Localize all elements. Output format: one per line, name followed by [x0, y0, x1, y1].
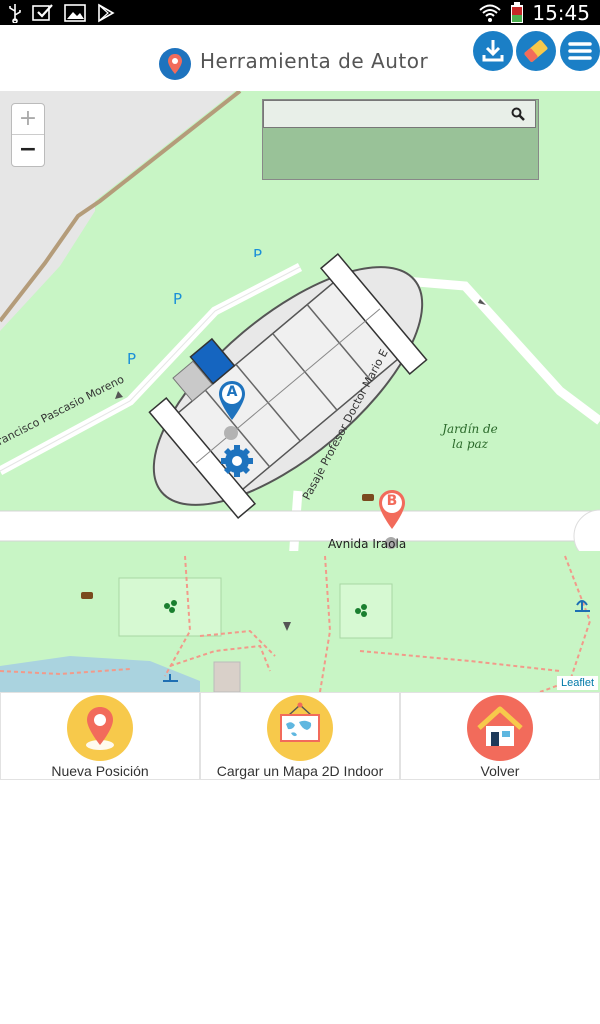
- clock: 15:45: [532, 0, 590, 25]
- marker-b-label: B: [386, 493, 398, 509]
- search-panel: [262, 99, 539, 180]
- status-bar: 15:45: [0, 0, 600, 25]
- download-icon: [482, 40, 504, 62]
- image-icon: [64, 3, 86, 22]
- menu-button[interactable]: [560, 31, 600, 71]
- eraser-icon: [524, 40, 548, 62]
- hamburger-menu-icon: [568, 42, 592, 60]
- marker-a[interactable]: A: [217, 379, 247, 421]
- load-indoor-map-label: Cargar un Mapa 2D Indoor: [216, 763, 384, 779]
- garden-label-line2: la paz: [452, 437, 488, 451]
- eraser-button[interactable]: [516, 31, 556, 71]
- map-pin-icon: [159, 48, 191, 80]
- zoom-out-button[interactable]: −: [12, 135, 44, 165]
- marker-a-label: A: [226, 384, 238, 400]
- parking-icon: P: [127, 350, 137, 368]
- home-icon: [467, 695, 533, 761]
- app-header: Herramienta de Autor: [0, 25, 600, 91]
- zoom-in-button[interactable]: +: [12, 104, 44, 135]
- bottom-nav: Nueva Posición Cargar un Mapa 2D Indoor …: [0, 692, 600, 780]
- parking-icon: P: [173, 290, 183, 308]
- battery-icon: [511, 1, 524, 23]
- page-title: Herramienta de Autor: [200, 49, 429, 73]
- zoom-control: + −: [11, 103, 45, 167]
- usb-icon: [9, 3, 21, 23]
- system-icons: 15:45: [478, 0, 590, 25]
- marker-b[interactable]: B: [377, 488, 407, 530]
- new-position-label: Nueva Posición: [51, 763, 149, 779]
- street-label-iraola: Avnida Iraola: [328, 537, 407, 551]
- search-input[interactable]: [263, 100, 536, 128]
- parking-icon: P: [253, 248, 263, 257]
- world-map-icon: [267, 695, 333, 761]
- map-attribution-link[interactable]: Leaflet: [556, 676, 598, 690]
- search-icon[interactable]: [511, 107, 525, 121]
- check-icon: [32, 3, 53, 21]
- location-pin-icon: [67, 695, 133, 761]
- play-store-icon: [98, 3, 115, 22]
- back-button[interactable]: Volver: [400, 692, 600, 780]
- back-label: Volver: [480, 763, 520, 779]
- wifi-icon: [479, 4, 502, 22]
- garden-label: Jardín de la paz: [440, 422, 500, 452]
- notification-icons: [8, 2, 116, 23]
- map-view[interactable]: Francisco Pascasio Moreno Pasaje Profeso…: [0, 91, 600, 692]
- load-indoor-map-button[interactable]: Cargar un Mapa 2D Indoor: [200, 692, 400, 780]
- new-position-button[interactable]: Nueva Posición: [0, 692, 200, 780]
- garden-label-line1: Jardín de: [442, 422, 498, 436]
- download-button[interactable]: [473, 31, 513, 71]
